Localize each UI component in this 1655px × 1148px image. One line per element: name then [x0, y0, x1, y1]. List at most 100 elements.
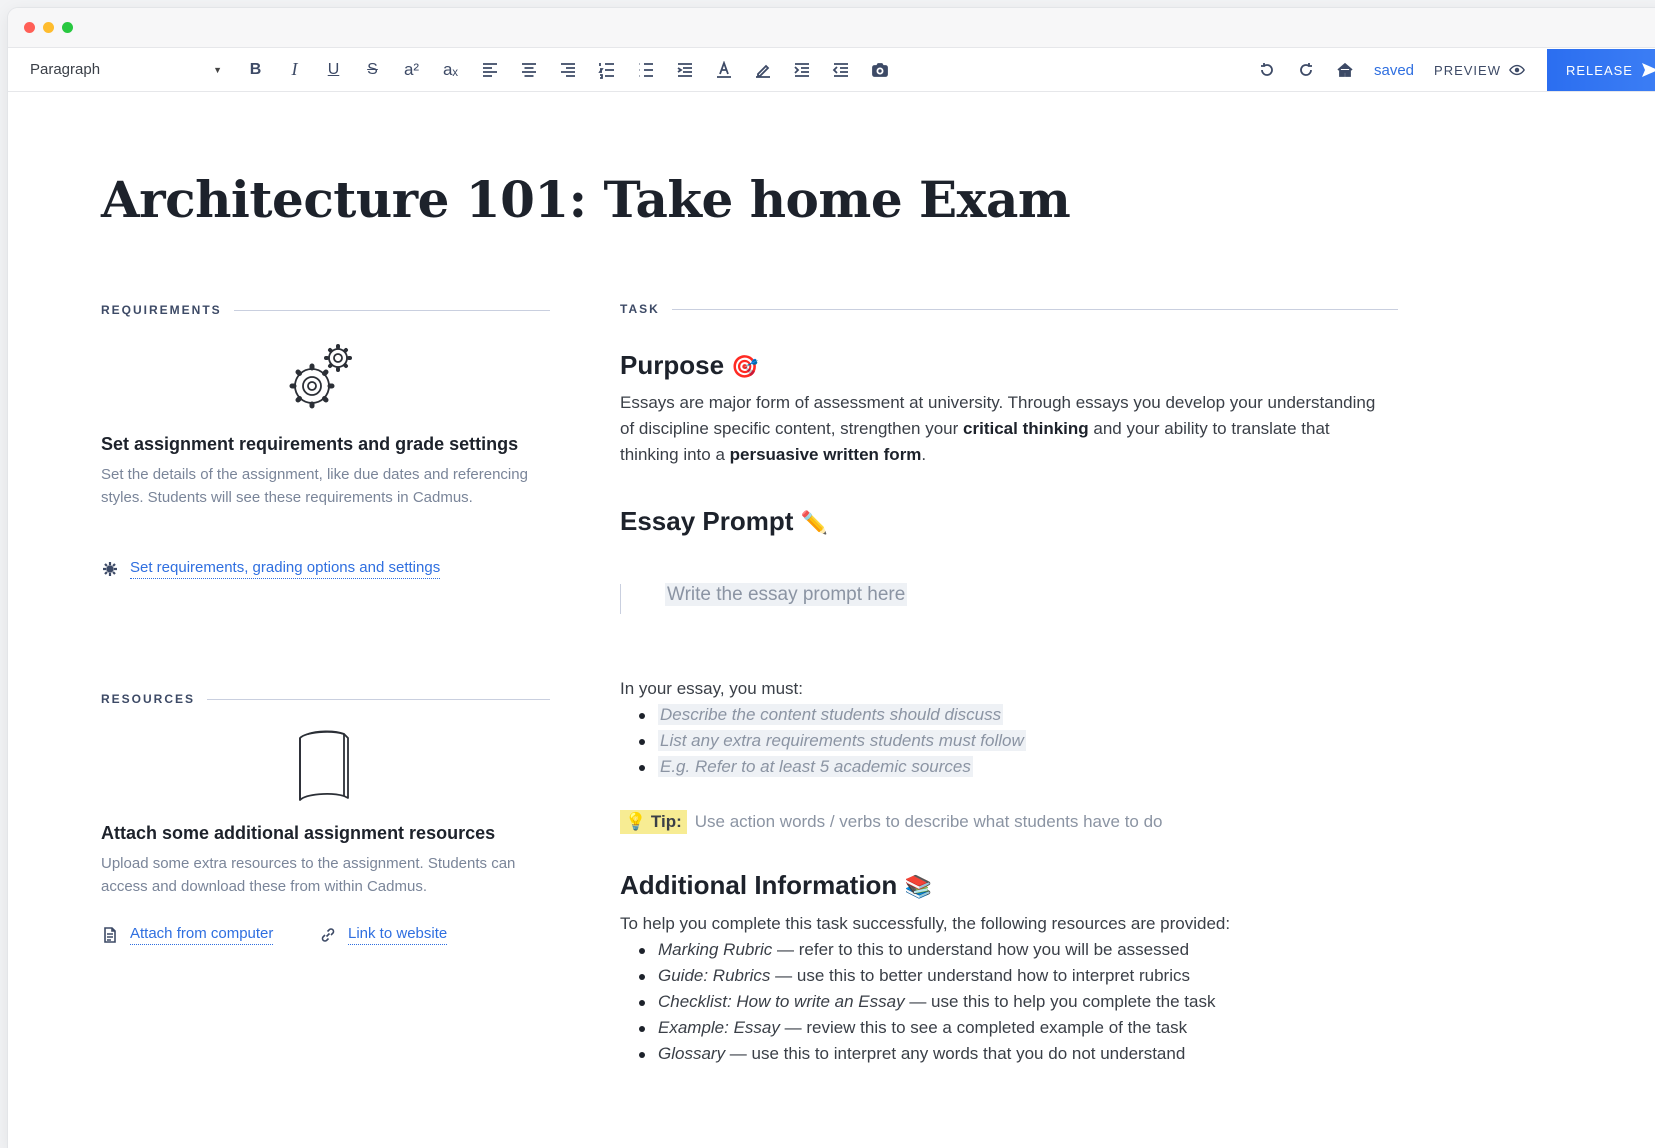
saved-status: saved — [1374, 61, 1415, 79]
purpose-paragraph[interactable]: Essays are major form of assessment at u… — [620, 390, 1390, 468]
must-intro[interactable]: In your essay, you must: — [620, 676, 803, 702]
link-to-website-text: Link to website — [348, 925, 448, 945]
camera-icon — [871, 62, 888, 77]
must-item-text: List any extra requirements students mus… — [658, 730, 1026, 751]
requirements-card-description: Set the details of the assignment, like … — [101, 466, 528, 506]
must-list: Describe the content students should dis… — [620, 702, 1026, 780]
home-icon — [1336, 62, 1353, 77]
must-item-text: Describe the content students should dis… — [658, 704, 1004, 725]
ordered-list-icon — [597, 62, 614, 79]
indent-button[interactable] — [782, 55, 821, 85]
italic-button[interactable]: I — [275, 55, 314, 85]
set-requirements-link-text: Set requirements, grading options and se… — [130, 559, 441, 579]
outdent-icon — [832, 62, 848, 77]
paragraph-style-select[interactable]: Paragraph ▼ — [30, 61, 226, 78]
requirements-card-title: Set assignment requirements and grade se… — [101, 434, 519, 454]
additional-information-heading[interactable]: Additional Information 📚 — [620, 870, 932, 901]
align-left-button[interactable] — [470, 55, 509, 85]
resources-card-description: Upload some extra resources to the assig… — [101, 855, 516, 895]
redo-button[interactable] — [1286, 55, 1325, 85]
indent-list-icon — [677, 62, 692, 77]
undo-icon — [1260, 63, 1273, 76]
link-to-website-link[interactable]: Link to website — [320, 925, 448, 945]
outdent-button[interactable] — [821, 55, 860, 85]
books-icon: 📚 — [904, 874, 932, 899]
section-divider — [207, 698, 551, 700]
superscript-button[interactable]: a² — [392, 55, 431, 85]
resource-description: — use this to better understand how to i… — [770, 966, 1190, 985]
resource-description: — refer to this to understand how you wi… — [772, 940, 1190, 959]
gears-icon — [289, 344, 352, 409]
essay-prompt-heading[interactable]: Essay Prompt ✏️ — [620, 506, 828, 537]
document-actions: saved PREVIEW RELEASE — [1247, 48, 1655, 92]
book-icon — [299, 730, 349, 801]
bullet-list-icon — [639, 62, 653, 77]
formatting-tools: B I U S a² aₓ — [236, 55, 899, 85]
align-center-icon — [521, 62, 536, 77]
purpose-heading-text: Purpose — [620, 350, 725, 380]
text-color-icon — [716, 60, 731, 78]
align-center-button[interactable] — [509, 55, 548, 85]
gear-icon — [103, 562, 117, 576]
page-title[interactable]: Architecture 101: Take home Exam — [101, 170, 1071, 229]
resource-description: — review this to see a completed example… — [779, 1018, 1188, 1037]
link-icon — [321, 928, 335, 942]
list-item[interactable]: Marking Rubric — refer to this to unders… — [620, 937, 1215, 963]
requirements-section-label: REQUIREMENTS — [101, 303, 550, 317]
list-item[interactable]: List any extra requirements students mus… — [620, 728, 1026, 754]
resource-name: Glossary — [658, 1044, 726, 1063]
undo-button[interactable] — [1247, 55, 1286, 85]
title-bar — [8, 8, 1655, 48]
list-item[interactable]: Guide: Rubrics — use this to better unde… — [620, 963, 1215, 989]
preview-button[interactable]: PREVIEW — [1434, 62, 1525, 78]
list-item[interactable]: E.g. Refer to at least 5 academic source… — [620, 754, 1026, 780]
insert-image-button[interactable] — [860, 55, 899, 85]
tip-callout[interactable]: 💡 Tip: Use action words / verbs to descr… — [620, 810, 1163, 834]
set-requirements-link[interactable]: Set requirements, grading options and se… — [102, 559, 441, 579]
bullet-list-button[interactable] — [626, 55, 665, 85]
essay-prompt-block[interactable]: Write the essay prompt here — [620, 583, 908, 614]
list-item[interactable]: Checklist: How to write an Essay — use t… — [620, 989, 1215, 1015]
requirements-label-text: REQUIREMENTS — [101, 303, 222, 317]
purpose-text: . — [921, 445, 927, 464]
purpose-bold-text: persuasive written form — [729, 445, 922, 464]
subscript-button[interactable]: aₓ — [431, 55, 470, 85]
minimize-window-button[interactable] — [43, 22, 54, 33]
indent-list-button[interactable] — [665, 55, 704, 85]
highlight-button[interactable] — [743, 55, 782, 85]
maximize-window-button[interactable] — [62, 22, 73, 33]
resource-description: — use this to help you complete the task — [904, 992, 1216, 1011]
eye-icon — [1509, 64, 1525, 76]
align-right-icon — [560, 62, 575, 77]
bold-button[interactable]: B — [236, 55, 275, 85]
additional-heading-text: Additional Information — [620, 870, 898, 900]
attach-from-computer-link[interactable]: Attach from computer — [102, 925, 274, 945]
additional-intro[interactable]: To help you complete this task successfu… — [620, 911, 1230, 937]
list-item[interactable]: Describe the content students should dis… — [620, 702, 1026, 728]
text-color-button[interactable] — [704, 55, 743, 85]
resources-card-title: Attach some additional assignment resour… — [101, 823, 496, 843]
resources-label-text: RESOURCES — [101, 692, 196, 706]
highlighter-icon — [755, 64, 770, 78]
ordered-list-button[interactable] — [587, 55, 626, 85]
list-item[interactable]: Glossary — use this to interpret any wor… — [620, 1041, 1215, 1067]
underline-button[interactable]: U — [314, 55, 353, 85]
paragraph-style-value: Paragraph — [30, 61, 101, 78]
editor-toolbar: Paragraph ▼ B I U S a² aₓ saved PREVIEW … — [8, 48, 1655, 92]
release-button[interactable]: RELEASE — [1547, 49, 1655, 91]
tip-badge: 💡 Tip: — [620, 810, 687, 834]
close-window-button[interactable] — [24, 22, 35, 33]
list-item[interactable]: Example: Essay — review this to see a co… — [620, 1015, 1215, 1041]
task-label-text: TASK — [620, 302, 660, 316]
release-label: RELEASE — [1566, 62, 1633, 78]
editor-window: Paragraph ▼ B I U S a² aₓ saved PREVIEW … — [8, 8, 1655, 1148]
purpose-heading[interactable]: Purpose 🎯 — [620, 350, 759, 381]
resource-name: Marking Rubric — [658, 940, 773, 959]
preview-label: PREVIEW — [1434, 62, 1501, 78]
essay-prompt-placeholder[interactable]: Write the essay prompt here — [665, 583, 908, 606]
align-right-button[interactable] — [548, 55, 587, 85]
attach-from-computer-text: Attach from computer — [130, 925, 274, 945]
strikethrough-button[interactable]: S — [353, 55, 392, 85]
home-button[interactable] — [1325, 55, 1364, 85]
caret-down-icon: ▼ — [213, 64, 222, 75]
